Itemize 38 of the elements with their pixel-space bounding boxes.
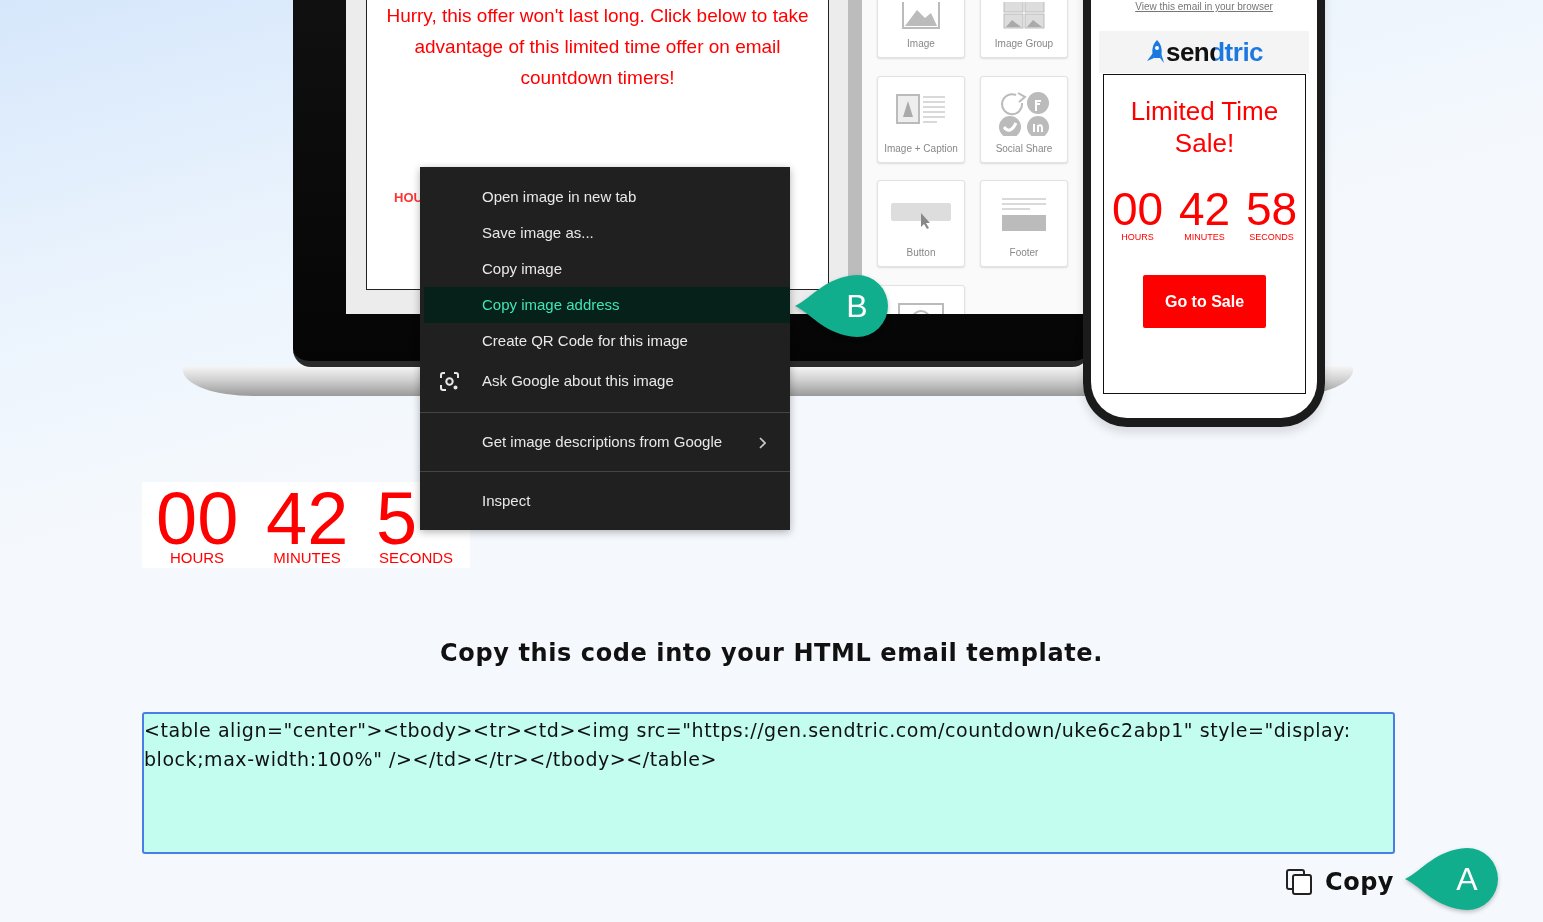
- offer-message: Hurry, this offer won't last long. Click below to take advantage of this limited time offer on email countdown timers!: [385, 4, 810, 90]
- timer-label: HOURS: [168, 549, 226, 566]
- block-tile: Image: [877, 0, 965, 58]
- callout-badge: A: [1405, 848, 1498, 910]
- block-tile: Footer: [980, 180, 1068, 267]
- chevron-right-icon: [758, 437, 766, 449]
- timer-digits: 00: [1111, 187, 1164, 231]
- timer-label: MINUTES: [1184, 232, 1225, 242]
- callout-badge: B: [795, 275, 888, 337]
- block-tile: Button: [877, 180, 965, 267]
- timer-digits: 58: [1245, 187, 1298, 231]
- menu-item[interactable]: Open image in new tab: [424, 179, 790, 215]
- sale-button[interactable]: Go to Sale: [1143, 275, 1266, 328]
- block-tile: Social Share: [980, 75, 1068, 163]
- sale-title: Limited Time Sale!: [1129, 95, 1280, 159]
- menu-item[interactable]: Inspect: [424, 483, 790, 519]
- menu-item[interactable]: Copy image address: [424, 287, 790, 323]
- menu-item[interactable]: Save image as...: [424, 215, 790, 251]
- menu-item[interactable]: Get image descriptions from Google: [424, 424, 790, 460]
- menu-item[interactable]: Copy image: [424, 251, 790, 287]
- instruction-heading: Copy this code into your HTML email template.: [439, 638, 1104, 668]
- timer-label: SECONDS: [377, 549, 455, 566]
- timer-label: MINUTES: [272, 549, 342, 566]
- timer-digits: 5: [376, 486, 418, 552]
- timer-label: SECONDS: [1249, 232, 1294, 242]
- copy-button[interactable]: Copy: [1285, 868, 1394, 896]
- menu-item[interactable]: Create QR Code for this image: [424, 323, 790, 359]
- rocket-icon: [1144, 39, 1165, 65]
- timer-digits: 42: [1178, 187, 1231, 231]
- lens-icon: [440, 372, 459, 391]
- timer-label: HOURS: [1121, 232, 1154, 242]
- timer-digits: 42: [266, 486, 349, 552]
- copy-icon: [1285, 868, 1314, 896]
- block-tile: Image + Caption: [877, 75, 965, 163]
- timer-digits: 00: [156, 486, 239, 552]
- code-field[interactable]: <table align="center"><tbody><tr><td><img src="https://gen.sendtric.com/countdown/uke6c2abp1" style="display: block;max-width:100%" /></td></tr></tbody></table>: [142, 712, 1395, 854]
- block-tile: Image Group: [980, 0, 1068, 58]
- menu-item[interactable]: Ask Google about this image: [424, 359, 790, 403]
